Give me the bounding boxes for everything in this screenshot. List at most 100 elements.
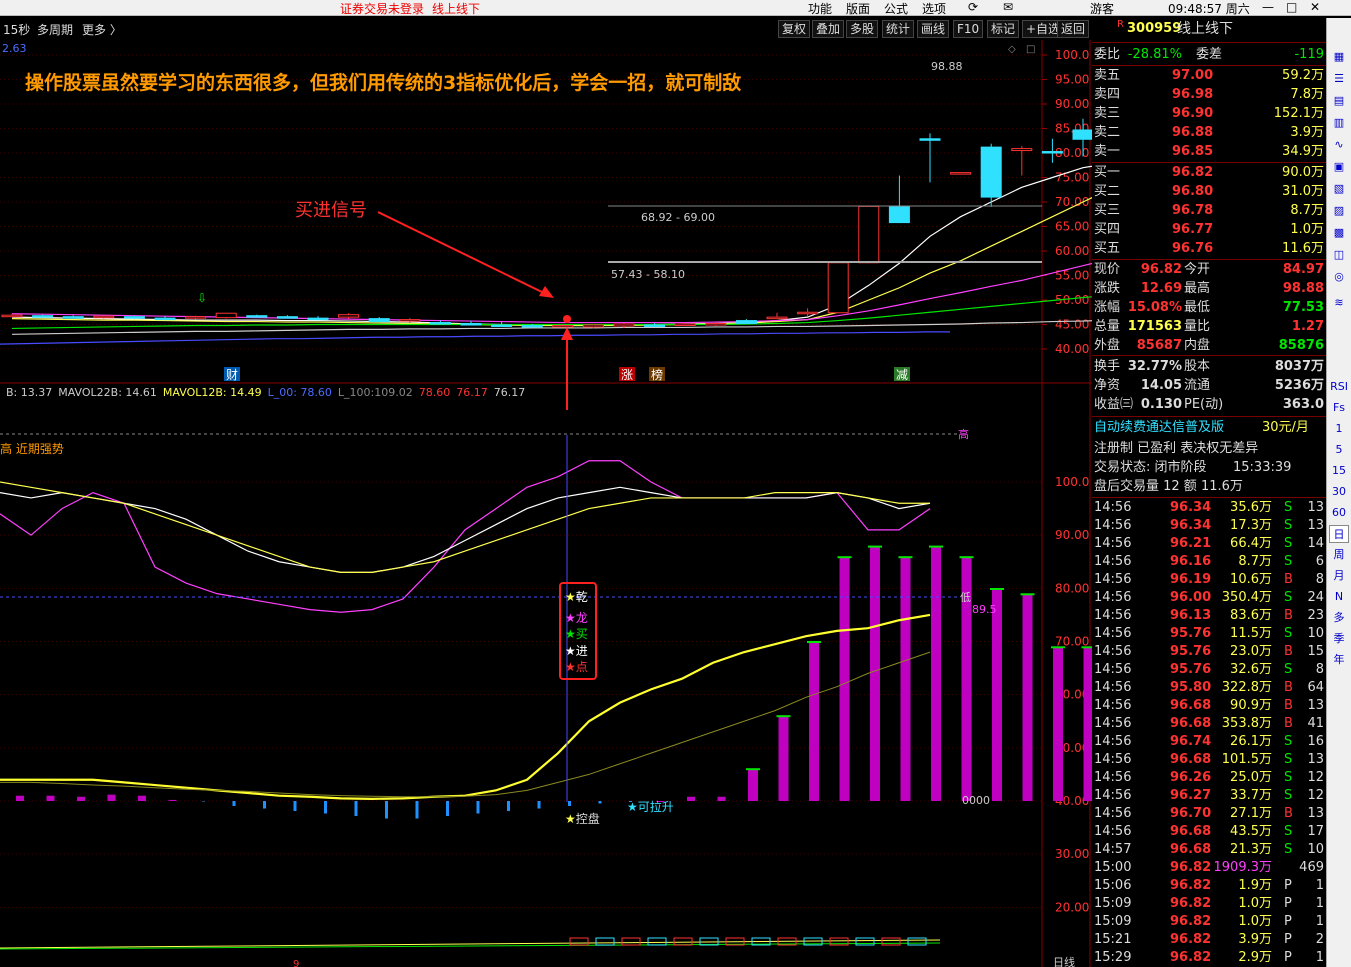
candle[interactable] [919,138,941,141]
stat-row[interactable]: 换手 32.77% 股本 8037万 [1092,357,1326,376]
stat-row[interactable]: 涨跌 12.69 最高 98.88 [1092,279,1326,298]
tick-row[interactable]: 15:00 96.82 1909.3万 469 [1092,858,1326,877]
panel-icon[interactable]: ▣ [1329,158,1349,176]
tick-row[interactable]: 14:56 96.34 17.3万 S 13 [1092,516,1326,535]
candle[interactable] [705,323,727,326]
tick-row[interactable]: 14:56 96.68 101.5万 S 13 [1092,750,1326,769]
candle[interactable] [246,315,268,318]
candle[interactable] [154,317,176,321]
bar-icon[interactable]: ▨ [1329,202,1349,220]
candle[interactable] [644,324,666,327]
sell-level[interactable]: 卖一 96.85 34.9万 [1092,142,1326,161]
stat-row[interactable]: 总量 171563 量比 1.27 [1092,317,1326,336]
tick-row[interactable]: 14:56 96.34 35.6万 S 13 [1092,498,1326,517]
stock-chart[interactable]: 100.095.0090.0085.0080.0075.0070.0065.00… [0,40,1092,967]
candle[interactable] [827,262,849,314]
side-period-4[interactable]: 15 [1329,462,1349,480]
candle[interactable] [123,316,145,319]
tick-row[interactable]: 14:56 96.21 66.4万 S 14 [1092,534,1326,553]
candle[interactable] [521,324,543,328]
candle[interactable] [93,315,115,319]
candle[interactable] [276,316,298,319]
promo-price[interactable]: 30元/月 [1262,418,1309,437]
candle[interactable] [307,317,329,321]
stats-button[interactable]: 统计 [882,20,915,38]
tick-row[interactable]: 14:56 95.76 32.6万 S 8 [1092,660,1326,679]
candle[interactable] [1,314,23,318]
candle[interactable] [429,322,451,325]
ring-icon[interactable]: ◎ [1329,268,1349,286]
tick-row[interactable]: 14:56 95.76 11.5万 S 10 [1092,624,1326,643]
candle[interactable] [888,205,910,224]
side-period-12[interactable]: 季 [1329,630,1349,648]
tick-row[interactable]: 14:56 96.16 8.7万 S 6 [1092,552,1326,571]
tick-row[interactable]: 14:56 96.68 90.9万 B 13 [1092,696,1326,715]
candle[interactable] [185,316,207,319]
tick-row[interactable]: 14:56 96.27 33.7万 S 12 [1092,786,1326,805]
stat-row[interactable]: 收益㈢ 0.130 PE(动) 363.0 [1092,395,1326,414]
tick-row[interactable]: 14:56 96.00 350.4万 S 24 [1092,588,1326,607]
candle[interactable] [1072,129,1092,140]
candle[interactable] [950,172,972,175]
candle[interactable] [552,324,574,328]
sell-level[interactable]: 卖三 96.90 152.1万 [1092,104,1326,123]
candle[interactable] [62,316,84,319]
layout-icon[interactable]: ▧ [1329,180,1349,198]
chart-icon[interactable]: ◫ [1329,246,1349,264]
candle[interactable] [215,312,237,319]
multi-stock-button[interactable]: 多股 [846,20,879,38]
candle[interactable] [797,311,819,315]
f10-button[interactable]: F10 [953,20,984,38]
buy-level[interactable]: 买四 96.77 1.0万 [1092,220,1326,239]
side-period-3[interactable]: 5 [1329,441,1349,459]
tick-row[interactable]: 15:29 96.82 2.9万 P 1 [1092,948,1326,967]
multi-period[interactable]: 多周期 [37,21,73,38]
side-period-7[interactable]: 日 [1329,525,1349,543]
stat-row[interactable]: 涨幅 15.08% 最低 77.53 [1092,298,1326,317]
more-menu[interactable]: 更多 〉 [82,21,122,38]
buy-level[interactable]: 买一 96.82 90.0万 [1092,163,1326,182]
table-icon[interactable]: ▤ [1329,92,1349,110]
side-period-13[interactable]: 年 [1329,651,1349,669]
square-icon[interactable]: □ [1026,44,1035,55]
buy-level[interactable]: 买三 96.78 8.7万 [1092,201,1326,220]
tick-row[interactable]: 14:56 96.68 43.5万 S 17 [1092,822,1326,841]
grid-icon[interactable]: ▦ [1329,48,1349,66]
candle[interactable] [613,323,635,327]
tick-row[interactable]: 14:56 96.70 27.1万 B 13 [1092,804,1326,823]
tick-row[interactable]: 14:56 96.74 26.1万 S 16 [1092,732,1326,751]
diamond-icon[interactable]: ◇ [1008,44,1016,55]
side-period-2[interactable]: 1 [1329,420,1349,438]
candle[interactable] [460,323,482,326]
candle[interactable] [766,316,788,320]
candle[interactable] [368,318,390,323]
refresh-icon[interactable]: ⟳ [968,0,978,14]
promo-text[interactable]: 自动续费通达信普及版 [1094,418,1224,437]
minimize-icon[interactable]: — [1262,0,1274,14]
sell-level[interactable]: 卖四 96.98 7.8万 [1092,85,1326,104]
stock-title[interactable]: 线上线下 [432,0,480,17]
candle[interactable] [980,146,1002,198]
stat-row[interactable]: 净资 14.05 流通 5236万 [1092,376,1326,395]
tick-row[interactable]: 15:09 96.82 1.0万 P 1 [1092,894,1326,913]
candle[interactable] [338,314,360,318]
tick-row[interactable]: 14:57 96.68 21.3万 S 10 [1092,840,1326,859]
candle[interactable] [582,324,604,328]
draw-line-button[interactable]: 画线 [917,20,950,38]
candle[interactable] [32,315,54,318]
sell-level[interactable]: 卖五 97.00 59.2万 [1092,66,1326,85]
side-period-9[interactable]: 月 [1329,567,1349,585]
candle[interactable] [735,320,757,325]
tick-row[interactable]: 14:56 96.19 10.6万 B 8 [1092,570,1326,589]
trend-icon[interactable]: ∿ [1329,136,1349,154]
stat-row[interactable]: 外盘 85687 内盘 85876 [1092,336,1326,355]
tick-row[interactable]: 15:21 96.82 3.9万 P 2 [1092,930,1326,949]
side-period-1[interactable]: Fs [1329,399,1349,417]
candle[interactable] [399,319,421,322]
buy-level[interactable]: 买二 96.80 31.0万 [1092,182,1326,201]
maximize-icon[interactable]: □ [1286,0,1297,14]
overlay-button[interactable]: 叠加 [812,20,845,38]
tick-row[interactable]: 15:06 96.82 1.9万 P 1 [1092,876,1326,895]
menu-options[interactable]: 选项 [922,0,946,17]
candle[interactable] [858,205,880,264]
